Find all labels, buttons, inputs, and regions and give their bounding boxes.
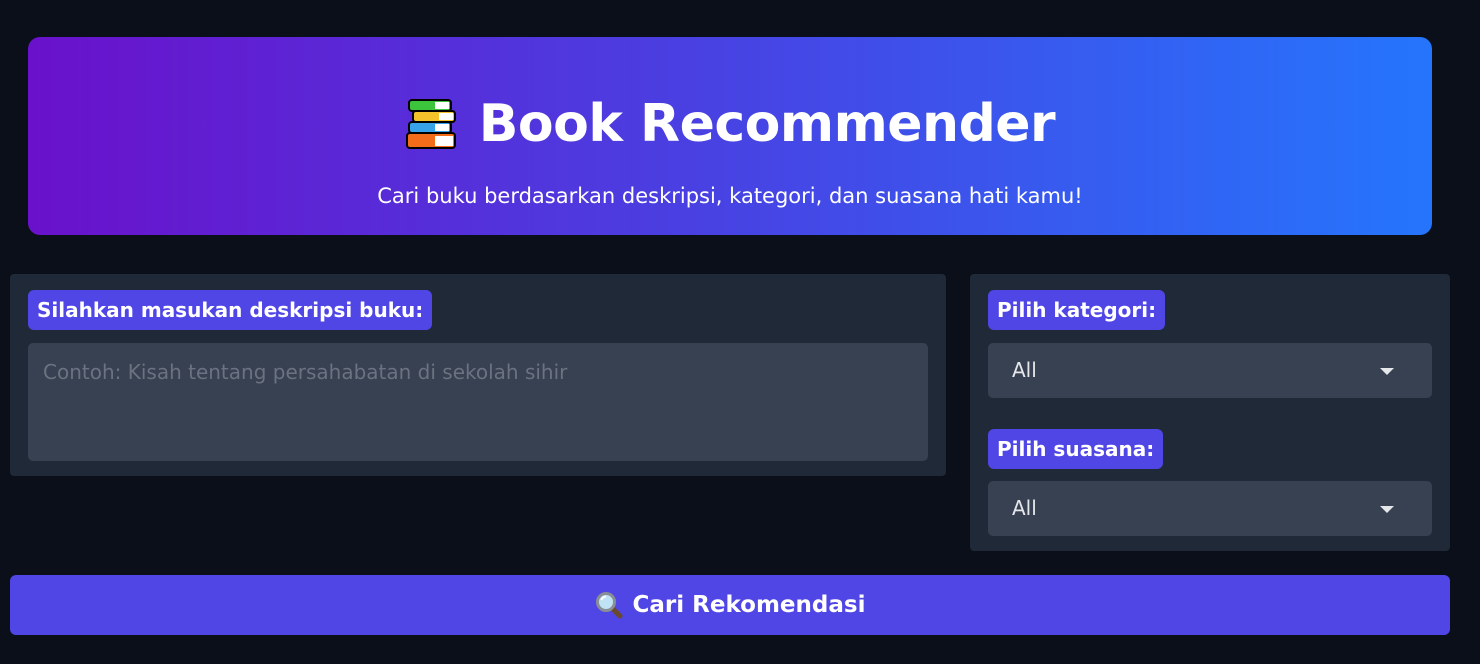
category-select[interactable]: All bbox=[988, 343, 1432, 398]
books-icon bbox=[405, 98, 459, 150]
description-panel: Silahkan masukan deskripsi buku: bbox=[10, 274, 946, 476]
search-button-label: Cari Rekomendasi bbox=[632, 592, 866, 618]
header-title-row: Book Recommender bbox=[28, 94, 1432, 154]
search-button[interactable]: Cari Rekomendasi bbox=[10, 575, 1450, 635]
category-label: Pilih kategori: bbox=[988, 290, 1166, 330]
filter-panel: Pilih kategori: All Pilih suasana: All bbox=[970, 274, 1450, 551]
chevron-down-icon bbox=[1380, 368, 1394, 375]
description-label: Silahkan masukan deskripsi buku: bbox=[28, 290, 433, 330]
page-subtitle: Cari buku berdasarkan deskripsi, kategor… bbox=[377, 184, 1083, 208]
category-selected-value: All bbox=[1012, 358, 1037, 382]
description-input[interactable] bbox=[28, 343, 928, 461]
mood-label: Pilih suasana: bbox=[988, 429, 1164, 469]
mood-selected-value: All bbox=[1012, 496, 1037, 520]
magnifier-icon bbox=[595, 591, 623, 619]
mood-select[interactable]: All bbox=[988, 481, 1432, 536]
header-banner: Book Recommender Cari buku berdasarkan d… bbox=[28, 37, 1432, 235]
chevron-down-icon bbox=[1380, 506, 1394, 513]
page-title: Book Recommender bbox=[478, 94, 1056, 154]
